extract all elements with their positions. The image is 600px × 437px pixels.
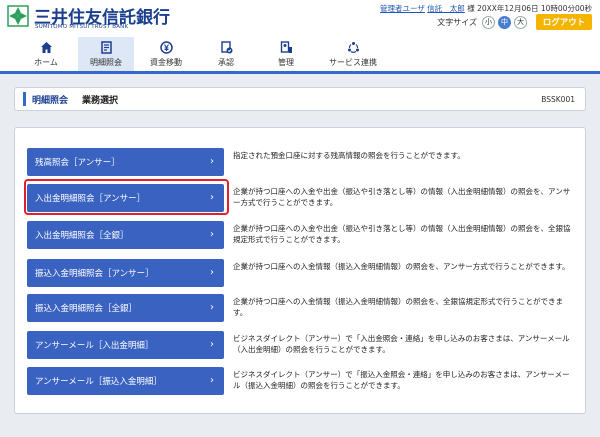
button-label: アンサーメール［振込入金明細］ xyxy=(35,377,162,387)
chevron-right-icon: › xyxy=(210,267,214,278)
app-header: 三井住友信託銀行 SUMITOMO MITSUI TRUST BANK 管理者ユ… xyxy=(0,0,600,37)
menu-row: アンサーメール［入出金明細］ › ビジネスダイレクト（アンサー）で「入出金照会・… xyxy=(27,331,577,359)
screen-code: BSSK001 xyxy=(541,94,575,104)
nav-item-approval[interactable]: 承認 xyxy=(198,37,254,71)
chevron-right-icon: › xyxy=(210,156,214,167)
menu-row: 振込入金明細照会［アンサー］ › 企業が持つ口座への入金情報（振込入金明細情報）… xyxy=(27,259,577,287)
document-icon xyxy=(99,40,113,54)
font-size-medium-button[interactable]: 中 xyxy=(498,15,511,29)
chevron-right-icon: › xyxy=(210,229,214,240)
user-name-link[interactable]: 信託 太郎 xyxy=(427,4,465,13)
transfer-receipt-inquiry-answer-button[interactable]: 振込入金明細照会［アンサー］ › xyxy=(27,259,224,287)
nav-item-service-link[interactable]: サービス連携 xyxy=(318,37,388,71)
chevron-right-icon: › xyxy=(210,302,214,313)
honorific: 様 xyxy=(467,4,475,13)
font-size-small-button[interactable]: 小 xyxy=(482,15,495,29)
nav-item-transfer[interactable]: 資金移動 xyxy=(138,37,194,71)
chevron-right-icon: › xyxy=(210,375,214,386)
menu-description: 企業が持つ口座への入金や出金（振込や引き落とし等）の情報（入出金明細情報）の照会… xyxy=(233,187,571,207)
button-label: アンサーメール［入出金明細］ xyxy=(35,341,154,351)
nav-item-admin[interactable]: 管理 xyxy=(258,37,314,71)
nav-label: 明細照会 xyxy=(90,58,122,67)
menu-description: 指定された預金口座に対する残高情報の照会を行うことができます。 xyxy=(233,151,465,160)
transfer-receipt-inquiry-zengin-button[interactable]: 振込入金明細照会［全銀］ › xyxy=(27,294,224,322)
nav-label: サービス連携 xyxy=(329,58,377,67)
page-title-bar: 明細照会 業務選択 BSSK001 xyxy=(14,87,586,111)
bank-logo-icon xyxy=(7,5,29,27)
button-label: 振込入金明細照会［アンサー］ xyxy=(35,269,154,279)
answer-mail-deposit-withdrawal-button[interactable]: アンサーメール［入出金明細］ › xyxy=(27,331,224,359)
nav-item-home[interactable]: ホーム xyxy=(18,37,74,71)
page-category: 明細照会 xyxy=(32,95,69,106)
menu-row: 入出金明細照会［全銀］ › 企業が持つ口座への入金や出金（振込や引き落とし等）の… xyxy=(27,221,577,249)
page-title: 業務選択 xyxy=(82,95,119,106)
font-size-label: 文字サイズ xyxy=(437,17,477,27)
menu-description: ビジネスダイレクト（アンサー）で「振込入金照会・連絡」を申し込みのお客さまは、ア… xyxy=(233,370,570,390)
login-datetime: 20XX年12月06日 10時00分00秒 xyxy=(477,4,592,13)
brand-name-en: SUMITOMO MITSUI TRUST BANK xyxy=(35,24,129,30)
menu-row: 振込入金明細照会［全銀］ › 企業が持つ口座への入金情報（振込入金明細情報）の照… xyxy=(27,294,577,322)
menu-description: 企業が持つ口座への入金や出金（振込や引き落とし等）の情報（入出金明細情報）の照会… xyxy=(233,224,571,244)
answer-mail-transfer-receipt-button[interactable]: アンサーメール［振込入金明細］ › xyxy=(27,367,224,395)
nav-label: 承認 xyxy=(218,58,234,67)
balance-inquiry-answer-button[interactable]: 残高照会［アンサー］ › xyxy=(27,148,224,176)
nav-label: ホーム xyxy=(34,58,58,67)
main-nav: ホーム 明細照会 資金移動 承認 管理 サービス連携 xyxy=(0,37,600,74)
nav-label: 資金移動 xyxy=(150,58,182,67)
chevron-right-icon: › xyxy=(210,339,214,350)
user-info: 管理者ユーザ 信託 太郎 様 20XX年12月06日 10時00分00秒 xyxy=(380,3,592,14)
menu-description: 企業が持つ口座への入金情報（振込入金明細情報）の照会を、アンサー方式で行うことが… xyxy=(233,262,570,271)
admin-icon xyxy=(279,40,293,54)
font-size-large-button[interactable]: 大 xyxy=(514,15,527,29)
font-size-controls: 文字サイズ 小 中 大 ログアウト xyxy=(437,14,592,30)
link-icon xyxy=(346,40,360,54)
nav-label: 管理 xyxy=(278,58,294,67)
deposit-withdrawal-inquiry-zengin-button[interactable]: 入出金明細照会［全銀］ › xyxy=(27,221,224,249)
yen-icon xyxy=(159,40,173,54)
user-role-link[interactable]: 管理者ユーザ xyxy=(380,4,425,13)
button-label: 入出金明細照会［全銀］ xyxy=(35,231,129,241)
menu-description: ビジネスダイレクト（アンサー）で「入出金照会・連絡」を申し込みのお客さまは、アン… xyxy=(233,334,570,354)
menu-row: アンサーメール［振込入金明細］ › ビジネスダイレクト（アンサー）で「振込入金照… xyxy=(27,367,577,395)
nav-item-statements[interactable]: 明細照会 xyxy=(78,37,134,71)
menu-row: 残高照会［アンサー］ › 指定された預金口座に対する残高情報の照会を行うことがで… xyxy=(27,148,577,176)
button-label: 残高照会［アンサー］ xyxy=(35,158,120,168)
selection-highlight xyxy=(24,179,229,215)
home-icon xyxy=(39,40,53,54)
logout-button[interactable]: ログアウト xyxy=(536,14,592,30)
menu-description: 企業が持つ口座への入金情報（振込入金明細情報）の照会を、全銀協規定形式で行うこと… xyxy=(233,297,563,317)
title-accent xyxy=(23,92,26,106)
approval-icon xyxy=(219,40,233,54)
button-label: 振込入金明細照会［全銀］ xyxy=(35,304,138,314)
menu-panel: 残高照会［アンサー］ › 指定された預金口座に対する残高情報の照会を行うことがで… xyxy=(14,127,586,414)
